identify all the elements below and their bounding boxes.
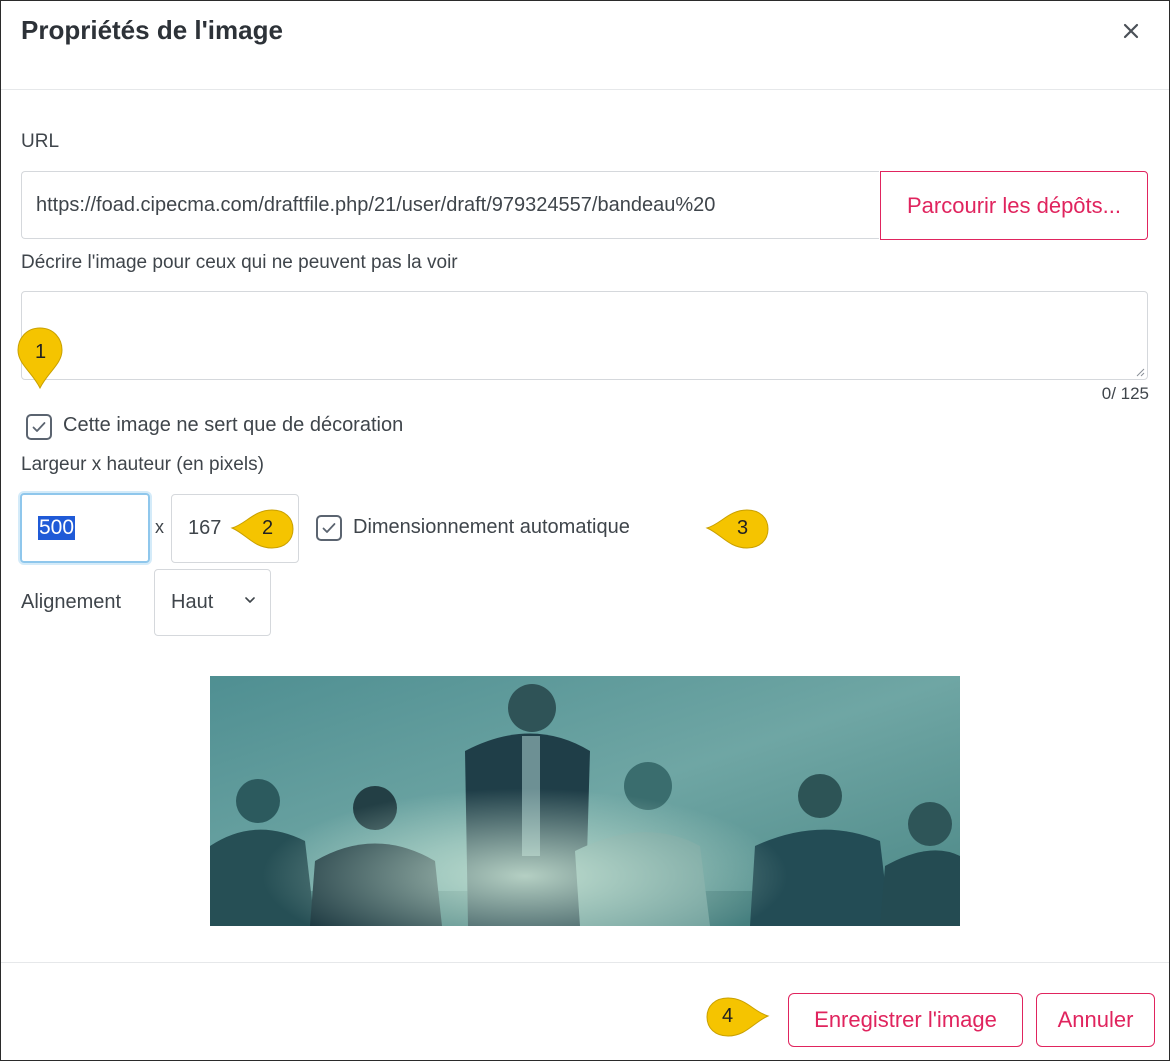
callout-marker-icon [706,997,770,1037]
width-value: 500 [38,516,76,540]
callout-2: 2 [230,506,296,552]
chevron-down-icon [245,597,255,603]
auto-size-label: Dimensionnement automatique [353,516,630,538]
dialog-title: Propriétés de l'image [21,15,283,45]
close-icon [1123,23,1139,39]
close-button[interactable] [1117,17,1145,45]
callout-3: 3 [705,506,771,552]
url-input[interactable]: https://foad.cipecma.com/draftfile.php/2… [21,171,879,239]
cancel-button[interactable]: Annuler [1036,993,1155,1047]
dialog-header: Propriétés de l'image [1,1,1169,90]
callout-1: 1 [14,326,66,390]
image-preview [210,676,960,926]
checkmark-icon [32,422,46,432]
resize-grip-icon[interactable] [1135,367,1145,377]
size-separator: x [155,517,164,537]
url-label: URL [21,131,60,152]
image-properties-dialog: Propriétés de l'image URL https://foad.c… [0,0,1170,1061]
size-label: Largeur x hauteur (en pixels) [21,454,264,475]
footer-divider [1,962,1169,963]
width-input[interactable]: 500 [20,493,150,563]
callout-4: 4 [700,994,770,1040]
checkmark-icon [322,523,336,533]
alt-text-textarea[interactable] [21,291,1148,380]
alignment-selected: Haut [171,591,214,613]
alt-text-counter: 0/ 125 [1101,384,1149,403]
alignment-select[interactable]: Haut [154,569,271,636]
browse-repositories-button[interactable]: Parcourir les dépôts... [880,171,1148,240]
alignment-label: Alignement [21,591,122,613]
save-image-button[interactable]: Enregistrer l'image [788,993,1023,1047]
alt-text-label: Décrire l'image pour ceux qui ne peuvent… [21,252,458,273]
decorative-label: Cette image ne sert que de décoration [63,414,404,436]
meeting-photo [210,676,960,926]
auto-size-checkbox[interactable] [316,515,342,541]
decorative-checkbox[interactable] [26,414,52,440]
